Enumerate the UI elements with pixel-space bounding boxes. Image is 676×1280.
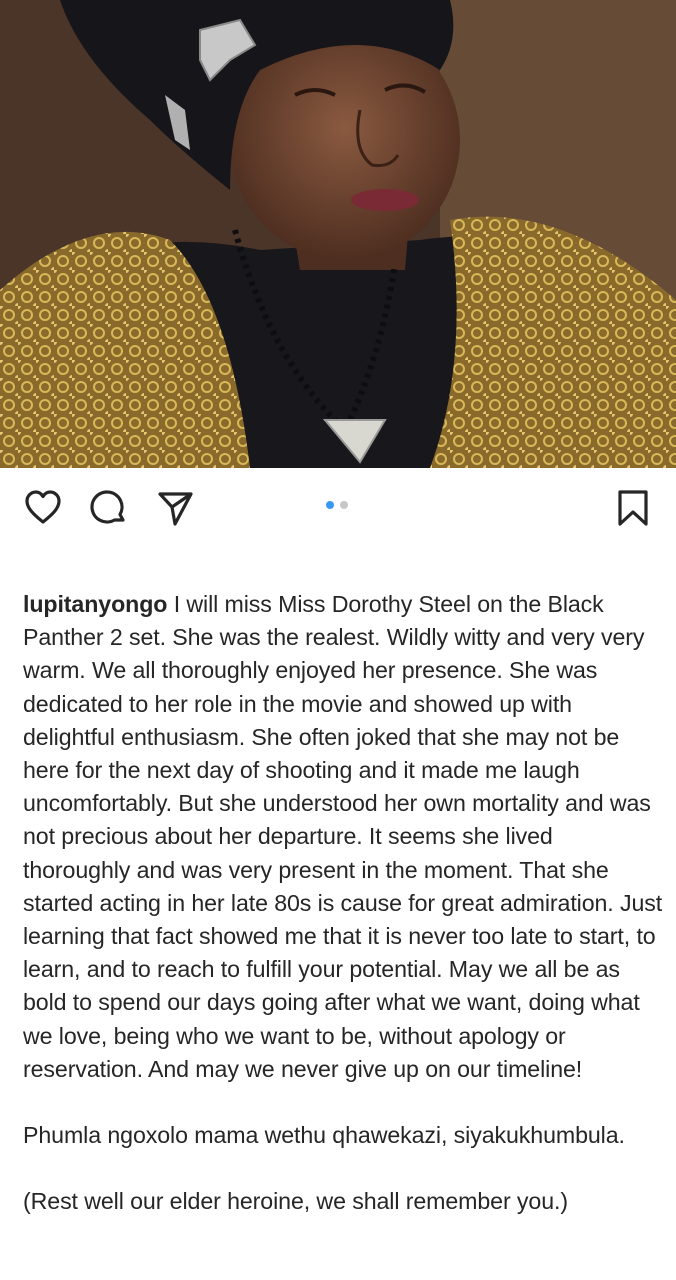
share-button[interactable] bbox=[153, 486, 197, 530]
portrait-illustration bbox=[0, 0, 676, 468]
carousel-indicator bbox=[326, 501, 348, 509]
carousel-dot-active bbox=[326, 501, 334, 509]
caption-username[interactable]: lupitanyongo bbox=[23, 591, 167, 617]
heart-icon bbox=[25, 490, 61, 524]
caption-paragraph-2: Phumla ngoxolo mama wethu qhawekazi, siy… bbox=[23, 1122, 625, 1149]
comment-icon bbox=[90, 490, 125, 524]
bookmark-icon bbox=[618, 490, 648, 526]
caption-paragraph-3: (Rest well our elder heroine, we shall r… bbox=[23, 1188, 568, 1215]
caption-paragraph-1: lupitanyongo I will miss Miss Dorothy St… bbox=[23, 588, 663, 1086]
send-icon bbox=[158, 492, 193, 526]
post-photo[interactable] bbox=[0, 0, 676, 468]
save-button[interactable] bbox=[611, 486, 655, 530]
post-caption: lupitanyongo I will miss Miss Dorothy St… bbox=[23, 588, 663, 1218]
caption-text: I will miss Miss Dorothy Steel on the Bl… bbox=[23, 591, 669, 1082]
like-button[interactable] bbox=[21, 486, 65, 530]
carousel-dot bbox=[340, 501, 348, 509]
comment-button[interactable] bbox=[87, 486, 131, 530]
